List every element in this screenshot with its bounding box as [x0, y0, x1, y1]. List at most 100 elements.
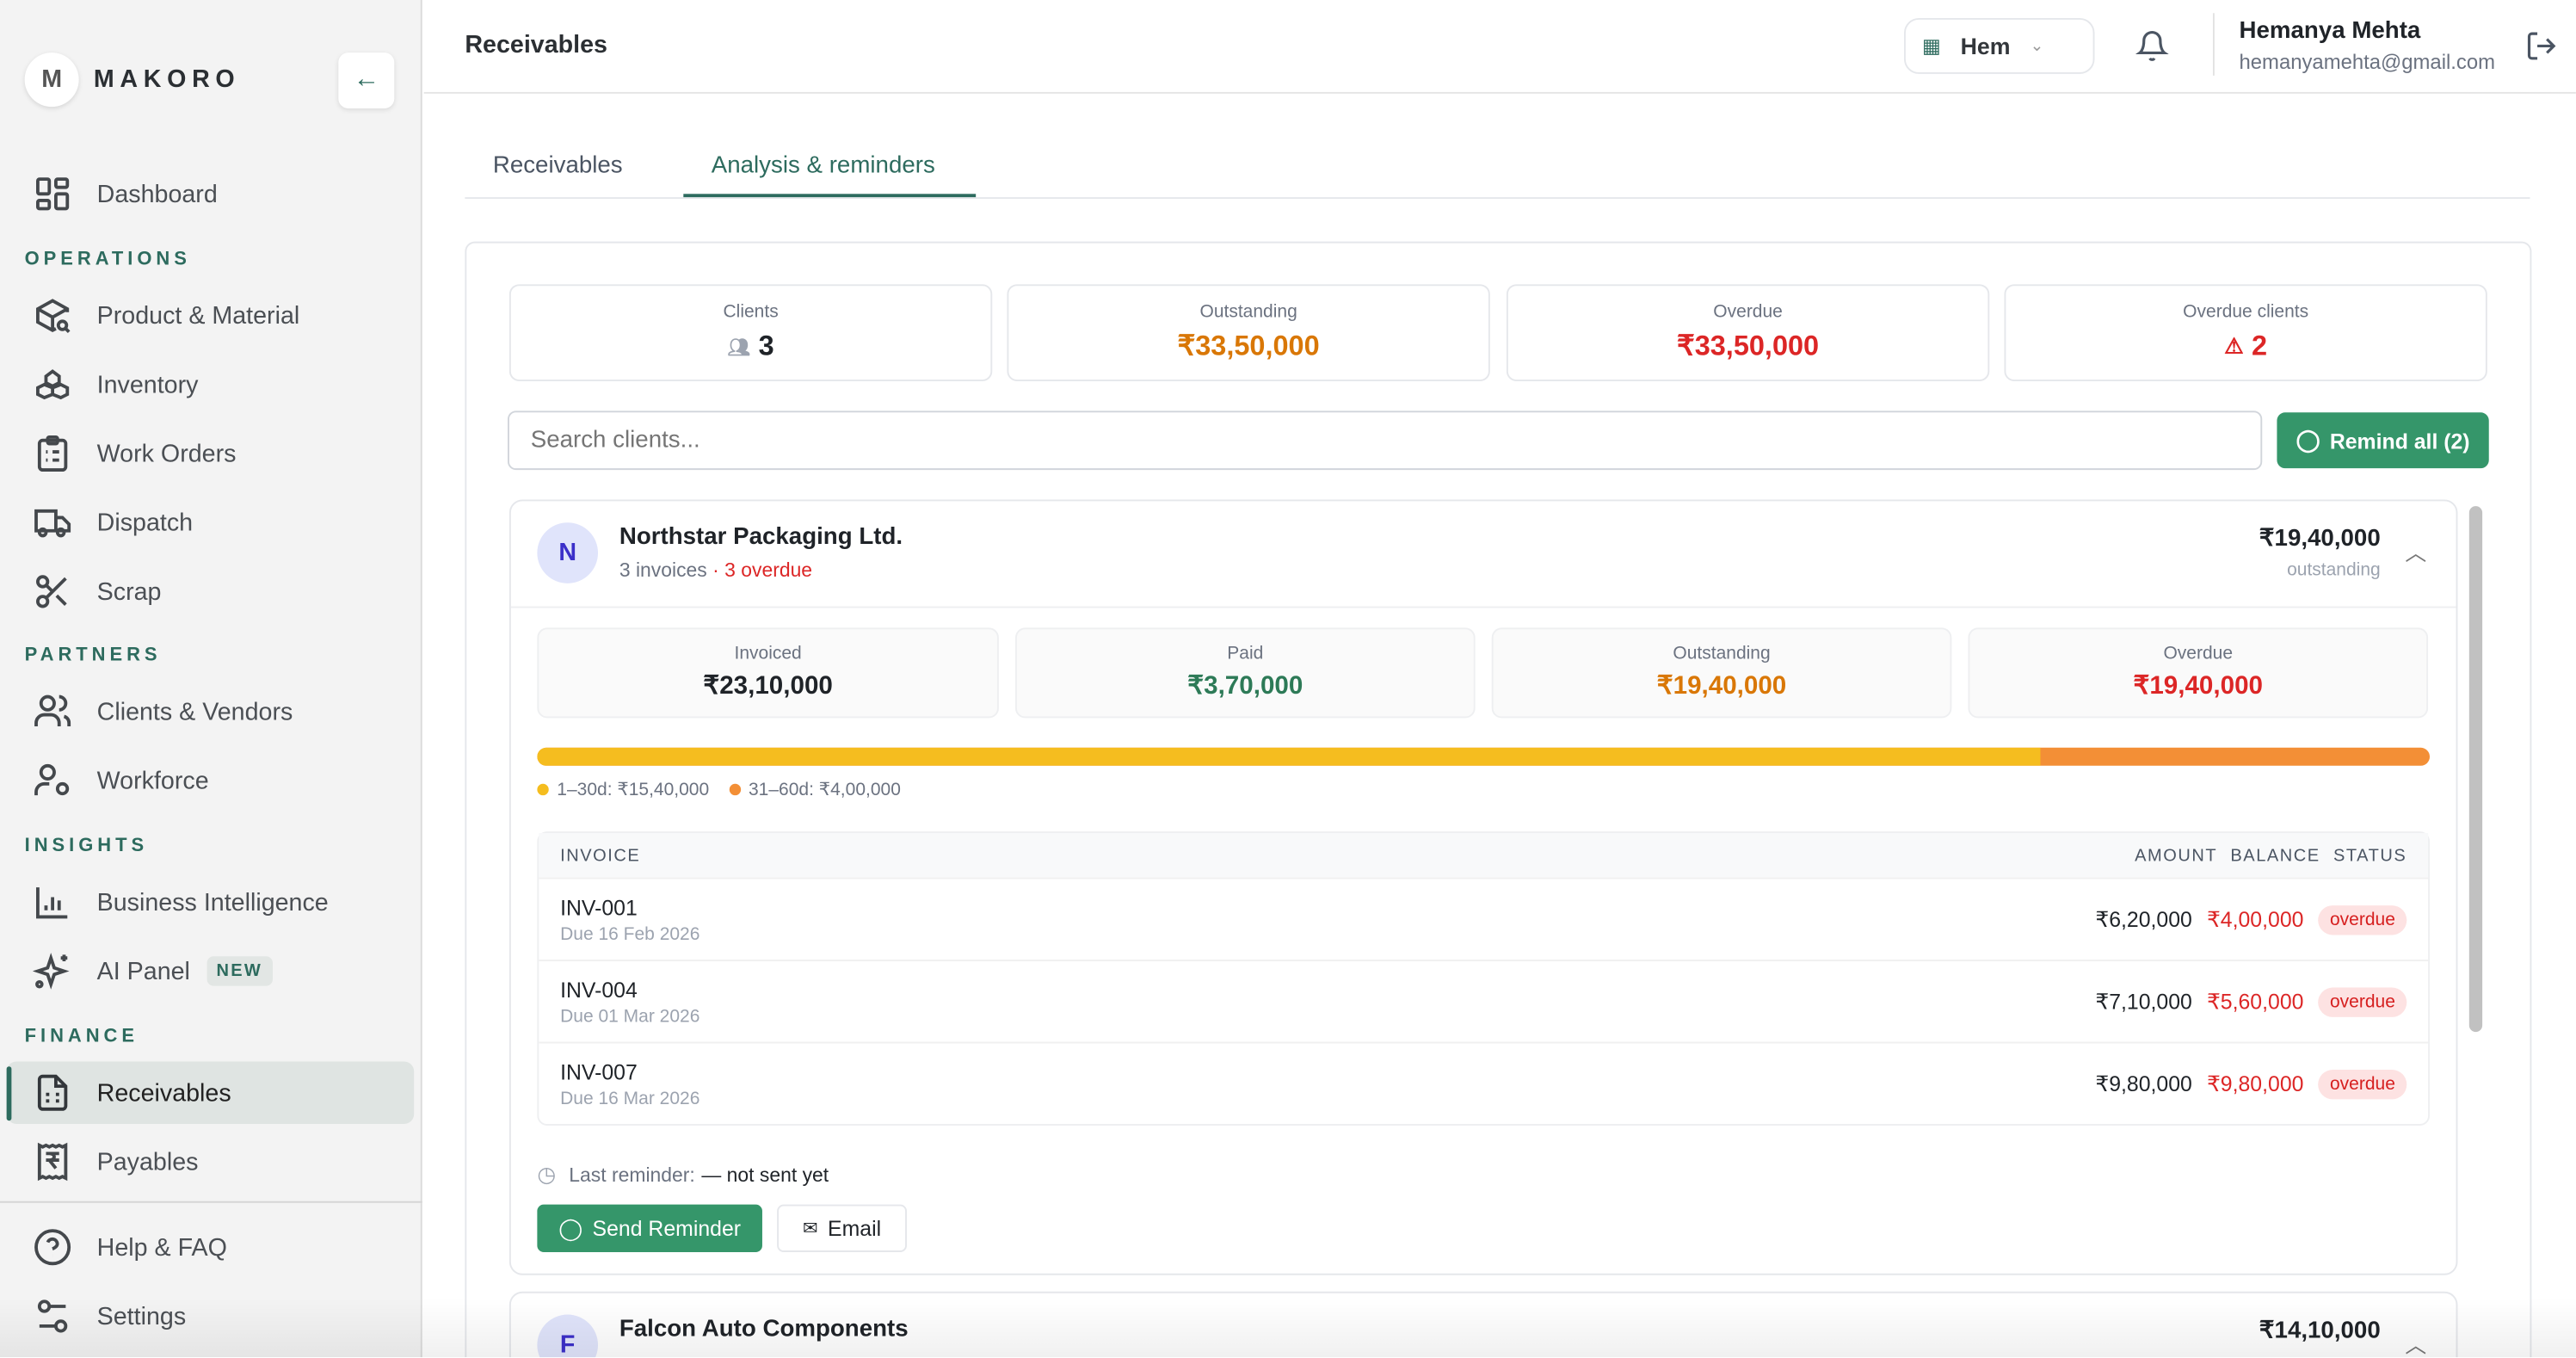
sparkles-icon [33, 952, 72, 991]
org-name: Hem [1961, 33, 2011, 59]
tab-analysis-reminders[interactable]: Analysis & reminders [712, 153, 935, 180]
building-icon: ▦ [1922, 34, 1941, 58]
sidebar-item-scrap[interactable]: Scrap [33, 567, 410, 616]
bell-icon[interactable] [2135, 28, 2168, 64]
sidebar-item-work-orders[interactable]: Work Orders [33, 429, 410, 478]
client-outstanding-label: outstanding [2287, 560, 2381, 580]
settings-sliders-icon [33, 1297, 72, 1336]
label: Email [828, 1216, 881, 1241]
label: Overdue [1713, 302, 1783, 322]
search-clients-input[interactable] [508, 410, 2262, 470]
label: Dispatch [97, 509, 193, 536]
client-name[interactable]: Falcon Auto Components [619, 1316, 909, 1343]
invoice-due: Due 16 Mar 2026 [560, 1089, 699, 1108]
value: 3 [759, 330, 774, 363]
sidebar-divider [0, 1201, 422, 1203]
sidebar-item-receivables[interactable]: Receivables [33, 1068, 410, 1117]
message-circle-icon: ◯ [558, 1215, 582, 1242]
page-title: Receivables [465, 31, 607, 59]
sidebar-item-inventory[interactable]: Inventory [33, 360, 410, 409]
table-header: INVOICE AMOUNT BALANCE STATUS [539, 833, 2428, 878]
invoice-due: Due 16 Feb 2026 [560, 924, 699, 944]
stat-outstanding: Outstanding₹33,50,000 [1007, 284, 1489, 381]
user-cog-icon [33, 761, 72, 800]
invoice-amount: ₹9,80,000 [2095, 1071, 2191, 1097]
value: ₹19,40,000 [2134, 670, 2264, 701]
invoice-due: Due 01 Mar 2026 [560, 1007, 699, 1027]
label: Payables [97, 1148, 199, 1176]
client-subtitle: 3 invoices · 3 overdue [619, 559, 812, 582]
tabs-divider [465, 197, 2530, 199]
scrollbar-thumb[interactable] [2469, 506, 2482, 1032]
section-finance: FINANCE [25, 1027, 139, 1046]
section-operations: OPERATIONS [25, 250, 191, 269]
value: ₹33,50,000 [1178, 330, 1320, 363]
label: Send Reminder [593, 1216, 741, 1241]
header-divider [2213, 13, 2215, 76]
sidebar-item-ai-panel[interactable]: AI PanelNEW [33, 947, 410, 996]
label: Overdue [2163, 644, 2233, 664]
sidebar-item-dispatch[interactable]: Dispatch [33, 498, 410, 547]
file-spreadsheet-icon [33, 1073, 72, 1113]
sidebar-item-product[interactable]: Product & Material [33, 291, 410, 340]
users-icon: 👥︎ [727, 336, 750, 357]
table-row[interactable]: INV-001Due 16 Feb 2026₹6,20,000₹4,00,000… [539, 878, 2428, 960]
chevron-up-icon[interactable]: ︿ [2405, 1328, 2426, 1357]
stat-overdue-clients: Overdue clients⚠2 [2004, 284, 2487, 381]
sidebar-item-clients[interactable]: Clients & Vendors [33, 687, 410, 736]
remind-all-button[interactable]: ◯Remind all (2) [2277, 412, 2488, 468]
value: ₹23,10,000 [703, 670, 833, 701]
last-reminder-value: — not sent yet [701, 1164, 829, 1187]
scissors-icon [33, 571, 72, 611]
last-reminder: ◷ Last reminder: — not sent yet [537, 1162, 829, 1188]
chevron-up-icon[interactable]: ︿ [2405, 535, 2426, 566]
active-indicator [7, 1066, 12, 1120]
invoice-balance: ₹5,60,000 [2207, 989, 2303, 1015]
invoice-balance: ₹4,00,000 [2207, 906, 2303, 933]
invoice-amount: ₹6,20,000 [2095, 906, 2191, 933]
label: Inventory [97, 371, 199, 398]
col-amount: AMOUNT [2135, 845, 2217, 865]
label: Outstanding [1673, 644, 1770, 664]
dashboard-icon [33, 174, 72, 213]
org-selector[interactable]: ▦ Hem ⌄ [1904, 18, 2094, 74]
users-icon [33, 692, 72, 731]
sidebar-item-workforce[interactable]: Workforce [33, 756, 410, 805]
invoice-id: INV-007 [560, 1059, 699, 1084]
client-stat-outstanding: Outstanding₹19,40,000 [1492, 627, 1952, 718]
label: Workforce [97, 767, 209, 794]
card-divider [511, 607, 2456, 608]
sidebar-item-settings[interactable]: Settings [33, 1292, 410, 1341]
invoice-count: 3 invoices [619, 559, 707, 582]
tab-receivables[interactable]: Receivables [493, 153, 623, 180]
sidebar-item-dashboard[interactable]: Dashboard [33, 170, 410, 219]
sidebar-item-payables[interactable]: Payables [33, 1137, 410, 1186]
send-reminder-button[interactable]: ◯ Send Reminder [537, 1205, 762, 1252]
stat-clients: Clients👥︎3 [509, 284, 992, 381]
label: Work Orders [97, 440, 237, 467]
clock-icon: ◷ [537, 1162, 556, 1188]
sidebar-item-bi[interactable]: Business Intelligence [33, 878, 410, 927]
arrow-left-icon: ← [354, 65, 380, 95]
legend-dot-31-60 [729, 784, 740, 795]
client-avatar: N [537, 522, 598, 583]
truck-icon [33, 503, 72, 542]
table-row[interactable]: INV-007Due 16 Mar 2026₹9,80,000₹9,80,000… [539, 1042, 2428, 1124]
sidebar-item-help[interactable]: Help & FAQ [33, 1223, 410, 1272]
label: Help & FAQ [97, 1233, 227, 1261]
collapse-sidebar-button[interactable]: ← [338, 52, 394, 108]
aging-bar [537, 748, 2430, 766]
label: Overdue clients [2183, 302, 2308, 322]
table-row[interactable]: INV-004Due 01 Mar 2026₹7,10,000₹5,60,000… [539, 960, 2428, 1041]
label: Invoiced [735, 644, 802, 664]
last-reminder-label: Last reminder: [569, 1164, 694, 1187]
section-insights: INSIGHTS [25, 836, 148, 856]
client-name[interactable]: Northstar Packaging Ltd. [619, 524, 903, 551]
email-button[interactable]: ✉Email [777, 1205, 907, 1252]
status-badge: overdue [2319, 1069, 2407, 1098]
client-stat-invoiced: Invoiced ₹23,10,000 [537, 627, 999, 718]
value: ₹33,50,000 [1677, 330, 1819, 363]
col-invoice: INVOICE [560, 845, 640, 865]
client-outstanding: ₹14,10,000 [2259, 1318, 2381, 1344]
logout-icon[interactable] [2525, 29, 2558, 62]
